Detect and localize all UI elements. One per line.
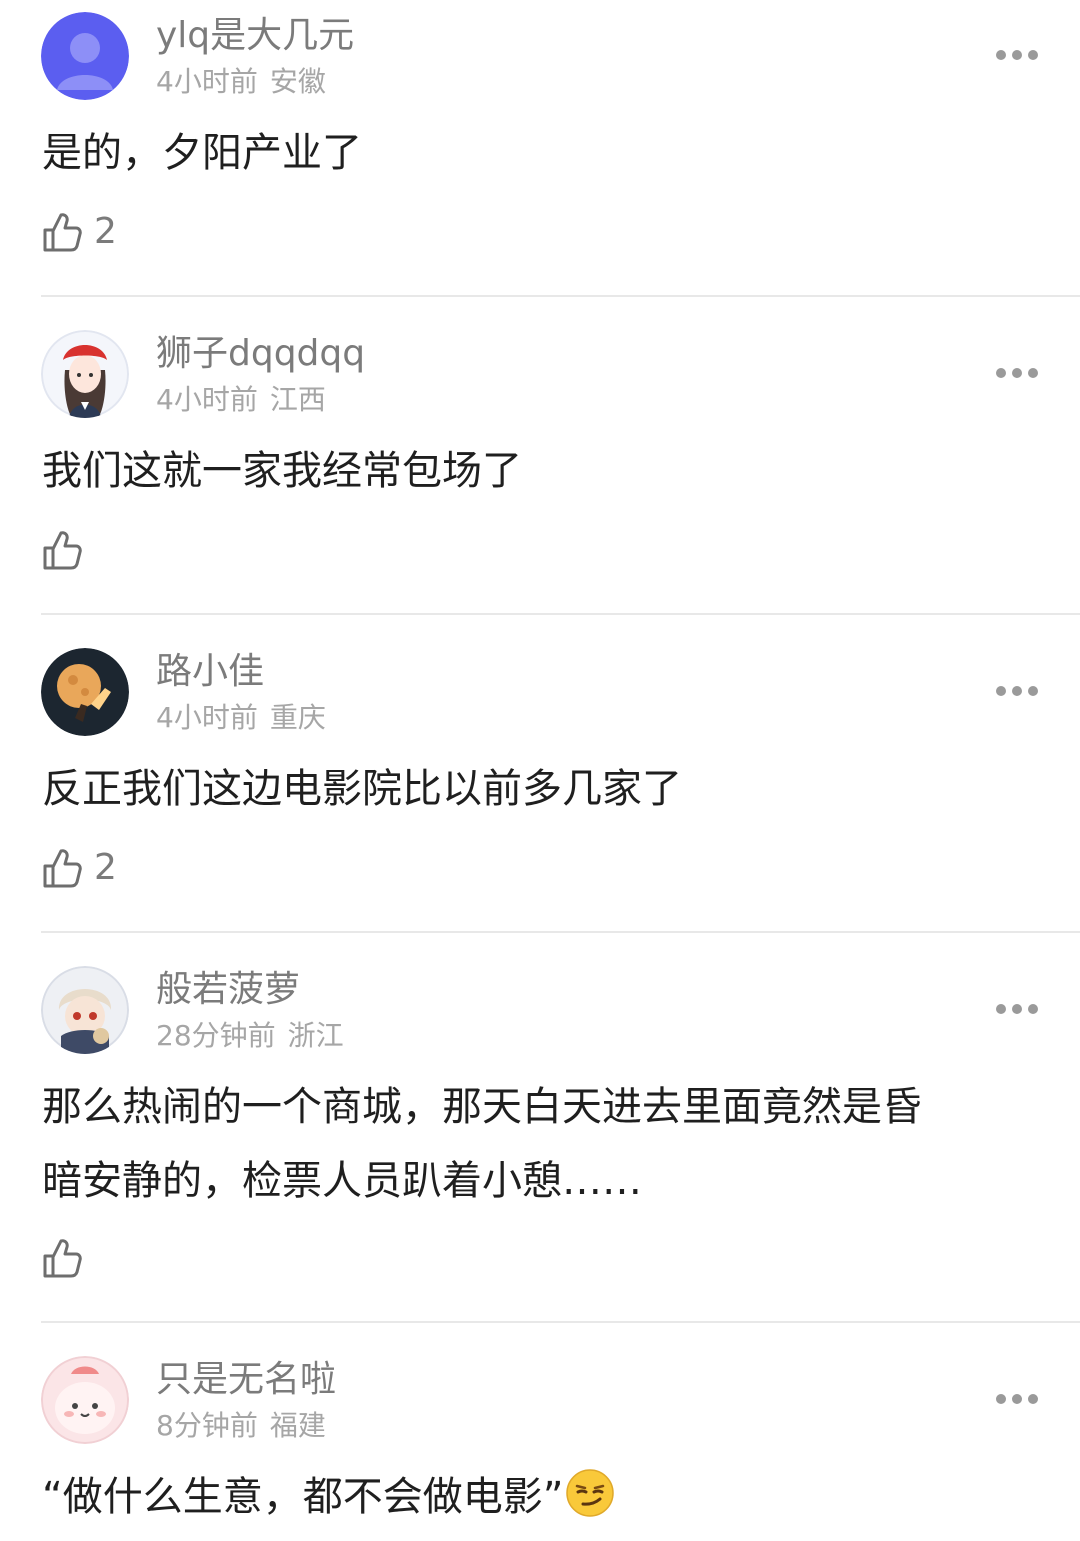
girl-with-red-beret-avatar-icon <box>41 330 129 418</box>
divider <box>41 1321 1080 1323</box>
full-moon-avatar-icon <box>41 648 129 736</box>
comment-text-line: 暗安静的，检票人员趴着小憩…… <box>42 1158 642 1204</box>
comment-time: 28分钟前 <box>156 1019 276 1052</box>
comment-text-content: “做什么生意，都不会做电影” <box>42 1474 564 1520</box>
avatar[interactable] <box>41 966 129 1054</box>
more-dots-icon[interactable] <box>996 50 1038 62</box>
comment-meta: 4小时前 重庆 <box>156 700 338 736</box>
comment-text: 反正我们这边电影院比以前多几家了 <box>42 766 682 812</box>
username[interactable]: 狮子dqqdqq <box>156 332 365 376</box>
like-count: 2 <box>94 211 117 252</box>
username[interactable]: 般若菠萝 <box>156 968 300 1012</box>
thumbs-up-icon <box>43 1239 82 1278</box>
comment-location: 浙江 <box>287 1019 344 1052</box>
pink-blob-avatar-icon <box>41 1356 129 1444</box>
like-button[interactable] <box>42 528 82 572</box>
comment-text-line: 那么热闹的一个商城，那天白天进去里面竟然是昏 <box>42 1084 922 1130</box>
divider <box>41 931 1080 933</box>
like-button[interactable]: 2 <box>42 210 117 254</box>
comment-location: 安徽 <box>269 65 326 98</box>
more-dots-icon[interactable] <box>996 1004 1038 1016</box>
comment-text: 是的，夕阳产业了 <box>42 130 362 176</box>
like-button[interactable] <box>42 1236 82 1280</box>
thumbs-up-icon <box>43 849 82 888</box>
comment-meta: 28分钟前 浙江 <box>156 1018 356 1054</box>
comment-time: 4小时前 <box>156 701 258 734</box>
like-count: 2 <box>94 847 117 888</box>
comment-location: 重庆 <box>269 701 326 734</box>
like-button[interactable]: 2 <box>42 846 117 890</box>
more-dots-icon[interactable] <box>996 686 1038 698</box>
anime-character-avatar-icon <box>41 966 129 1054</box>
username[interactable]: 只是无名啦 <box>156 1358 336 1402</box>
more-dots-icon[interactable] <box>996 1394 1038 1406</box>
comment-meta: 8分钟前 福建 <box>156 1408 338 1444</box>
comment-location: 江西 <box>269 383 326 416</box>
comment-location: 福建 <box>269 1409 326 1442</box>
comment-time: 4小时前 <box>156 65 258 98</box>
comment-time: 8分钟前 <box>156 1409 258 1442</box>
username[interactable]: 路小佳 <box>156 650 264 694</box>
username[interactable]: ylq是大几元 <box>156 14 354 58</box>
more-dots-icon[interactable] <box>996 368 1038 380</box>
smirk-emoji-icon <box>566 1469 615 1517</box>
avatar[interactable] <box>41 12 129 100</box>
thumbs-up-icon <box>43 531 82 570</box>
avatar[interactable] <box>41 648 129 736</box>
comment-meta: 4小时前 江西 <box>156 382 338 418</box>
comment-text: 我们这就一家我经常包场了 <box>42 448 522 494</box>
divider <box>41 295 1080 297</box>
thumbs-up-icon <box>43 213 82 252</box>
divider <box>41 613 1080 615</box>
default-user-avatar-icon <box>41 12 129 100</box>
avatar[interactable] <box>41 330 129 418</box>
comment-text: 那么热闹的一个商城，那天白天进去里面竟然是昏 暗安静的，检票人员趴着小憩…… <box>42 1070 1042 1218</box>
comment-text: “做什么生意，都不会做电影” <box>42 1460 1042 1534</box>
comment-meta: 4小时前 安徽 <box>156 64 338 100</box>
comment-time: 4小时前 <box>156 383 258 416</box>
avatar[interactable] <box>41 1356 129 1444</box>
